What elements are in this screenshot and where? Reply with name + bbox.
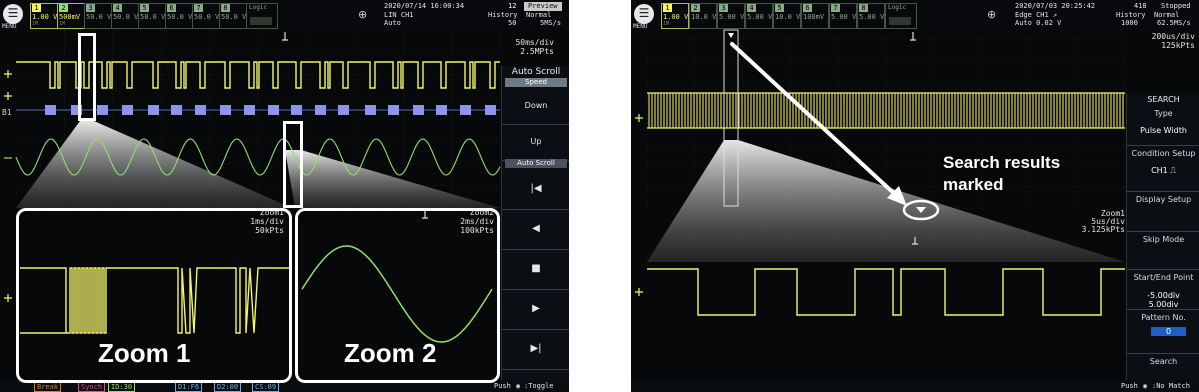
bus-packet	[220, 105, 231, 115]
push-label: Push	[494, 382, 511, 390]
bottom-status-bar: Push ◉ :No Match	[631, 380, 1199, 392]
auto-scroll-menu: Auto Scroll Speed Down Up Auto Scroll |◀…	[501, 66, 569, 380]
speed-up-button[interactable]: Up	[502, 124, 569, 161]
bus-packet	[315, 105, 326, 115]
auto-scroll-header: Auto Scroll	[505, 159, 567, 168]
menu-title: Auto Scroll	[511, 67, 561, 77]
zoom1-fan	[16, 121, 292, 208]
ch1-level-marker	[635, 114, 643, 122]
zoom2-source-marker	[283, 121, 303, 208]
skip-mode-button[interactable]: Skip Mode	[1127, 231, 1199, 270]
jump-end-icon[interactable]: ▶|	[502, 329, 569, 370]
bus-packet	[413, 105, 424, 115]
decode-item: Break	[34, 382, 62, 392]
search-type-button[interactable]: Type Pulse Width	[1127, 105, 1199, 146]
condition-setup-button[interactable]: Condition Setup CH1 ⎍	[1127, 145, 1199, 192]
scroll-left-icon[interactable]: ◀	[502, 209, 569, 250]
bus-packet	[460, 105, 471, 115]
bus-packet	[148, 105, 159, 115]
scroll-right-icon[interactable]: ▶	[502, 289, 569, 330]
jump-start-icon[interactable]: |◀	[502, 169, 569, 210]
bus-packet	[436, 105, 447, 115]
start-end-point-button[interactable]: Start/End Point -5.00div 5.00div	[1127, 269, 1199, 310]
bus-packet	[45, 105, 56, 115]
speed-down-button[interactable]: Down	[502, 88, 569, 125]
zoom2-overlay-label: Zoom 2	[344, 338, 437, 368]
push-label: Push	[1121, 382, 1138, 390]
bus-packet	[485, 105, 496, 115]
push-action: :No Match	[1152, 382, 1190, 390]
trigger-position-marker	[282, 32, 288, 41]
bus-packet	[171, 105, 182, 115]
bus-packet	[97, 105, 108, 115]
menu-item-value: 0	[1151, 327, 1186, 336]
bus-packet	[244, 105, 255, 115]
oscilloscope-screen-left: ☰ MENU 1 1.00 V 1M 2 500mV 1M 3 50.0 V 4 50.0 V55…	[0, 0, 569, 392]
bus-packet	[365, 105, 376, 115]
search-marker	[728, 33, 734, 38]
zoom-ch1-marker	[635, 288, 643, 296]
decode-item: Synch	[78, 382, 106, 392]
bus-packet	[122, 105, 133, 115]
pattern-number-button[interactable]: Pattern No. 0	[1127, 309, 1199, 354]
speed-header: Speed	[505, 78, 567, 87]
menu-item-label: Pattern No.	[1141, 313, 1186, 322]
menu-item-value: -5.00div 5.00div	[1147, 291, 1180, 309]
bus-packet	[291, 105, 302, 115]
bus-packet	[268, 105, 279, 115]
search-results-overlay-label: Search results marked	[943, 153, 1061, 194]
decode-item: CS:09	[252, 382, 280, 392]
menu-item-label: Start/End Point	[1133, 273, 1194, 282]
zoom-ch1-marker	[4, 294, 12, 302]
menu-item-label: Display Setup	[1135, 195, 1192, 204]
menu-title: SEARCH	[1147, 95, 1180, 104]
bus-packet	[195, 105, 206, 115]
waveform-display	[635, 29, 1126, 380]
menu-item-label: Type	[1154, 109, 1173, 118]
push-action: :Toggle	[524, 382, 554, 390]
zoom1-points: 3.125kPts	[1081, 225, 1125, 234]
menu-item-label: Condition Setup	[1131, 149, 1196, 158]
zoom1-overlay-label: Zoom 1	[98, 338, 191, 368]
zoom1-source-marker	[78, 33, 96, 121]
bus-packet	[388, 105, 399, 115]
menu-item-value: CH1 ⎍	[1151, 166, 1176, 175]
decode-item: D1:F6	[175, 382, 203, 392]
bus-packet	[338, 105, 349, 115]
trigger-position-marker	[910, 32, 916, 41]
menu-item-value: Pulse Width	[1140, 126, 1187, 135]
stop-icon[interactable]: ■	[502, 249, 569, 290]
search-menu: SEARCH Type Pulse Width Condition Setup CH1…	[1126, 93, 1199, 384]
ch1-level-marker	[4, 70, 12, 78]
decode-item: ID:30	[108, 382, 136, 392]
ch1-ground-marker	[4, 92, 12, 100]
bus-marker: B1	[2, 108, 12, 117]
menu-item-label: Skip Mode	[1142, 235, 1185, 244]
oscilloscope-screen-right: ☰ MENU 1 1.00 V 1M 2 10.0 V 3 5.00 V 4 5.00 V 5 10…	[631, 0, 1199, 392]
knob-icon: ◉	[516, 382, 521, 390]
display-setup-button[interactable]: Display Setup	[1127, 191, 1199, 232]
menu-item-label: Search	[1149, 357, 1178, 366]
decode-item: D2:00	[214, 382, 242, 392]
knob-icon: ◉	[1143, 382, 1148, 390]
